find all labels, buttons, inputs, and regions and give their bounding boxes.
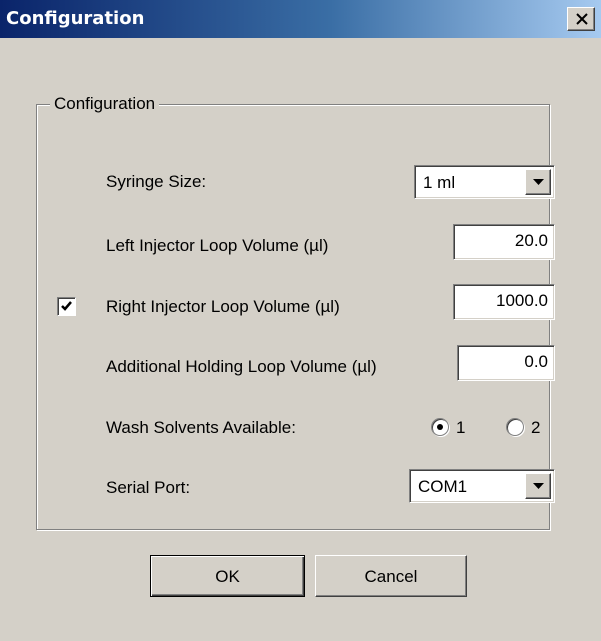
syringe-size-select[interactable]: 1 ml bbox=[414, 165, 555, 199]
serial-port-label: Serial Port: bbox=[106, 478, 191, 497]
wash-solvents-option-2-label: 2 bbox=[531, 418, 541, 437]
close-button[interactable] bbox=[567, 7, 595, 31]
holding-loop-label: Additional Holding Loop Volume (µl) bbox=[106, 357, 377, 376]
right-loop-field[interactable]: 1000.0 bbox=[453, 284, 555, 320]
wash-solvents-label: Wash Solvents Available: bbox=[106, 418, 296, 437]
check-icon bbox=[61, 301, 72, 311]
ok-button[interactable]: OK bbox=[150, 555, 305, 597]
radio-selected-dot bbox=[437, 424, 443, 430]
serial-port-select[interactable]: COM1 bbox=[409, 469, 555, 503]
right-loop-checkbox[interactable] bbox=[57, 297, 76, 316]
syringe-size-value: 1 ml bbox=[423, 173, 456, 192]
syringe-size-dropdown-button[interactable] bbox=[525, 169, 551, 195]
holding-loop-field[interactable]: 0.0 bbox=[457, 345, 555, 381]
chevron-down-icon bbox=[533, 179, 544, 185]
title-bar[interactable]: Configuration bbox=[0, 0, 601, 38]
serial-port-dropdown-button[interactable] bbox=[525, 473, 551, 499]
serial-port-value: COM1 bbox=[418, 477, 468, 496]
wash-solvents-radio-1[interactable] bbox=[431, 418, 449, 436]
left-loop-field[interactable]: 20.0 bbox=[453, 224, 555, 260]
cancel-button[interactable]: Cancel bbox=[315, 555, 467, 597]
window-title: Configuration bbox=[6, 8, 145, 29]
right-loop-label: Right Injector Loop Volume (µl) bbox=[106, 297, 340, 316]
close-icon bbox=[576, 13, 588, 25]
wash-solvents-option-1-label: 1 bbox=[456, 418, 466, 437]
chevron-down-icon bbox=[533, 483, 544, 489]
group-label: Configuration bbox=[50, 94, 160, 114]
syringe-size-label: Syringe Size: bbox=[106, 172, 207, 191]
left-loop-label: Left Injector Loop Volume (µl) bbox=[106, 236, 329, 255]
wash-solvents-radio-2[interactable] bbox=[506, 418, 524, 436]
